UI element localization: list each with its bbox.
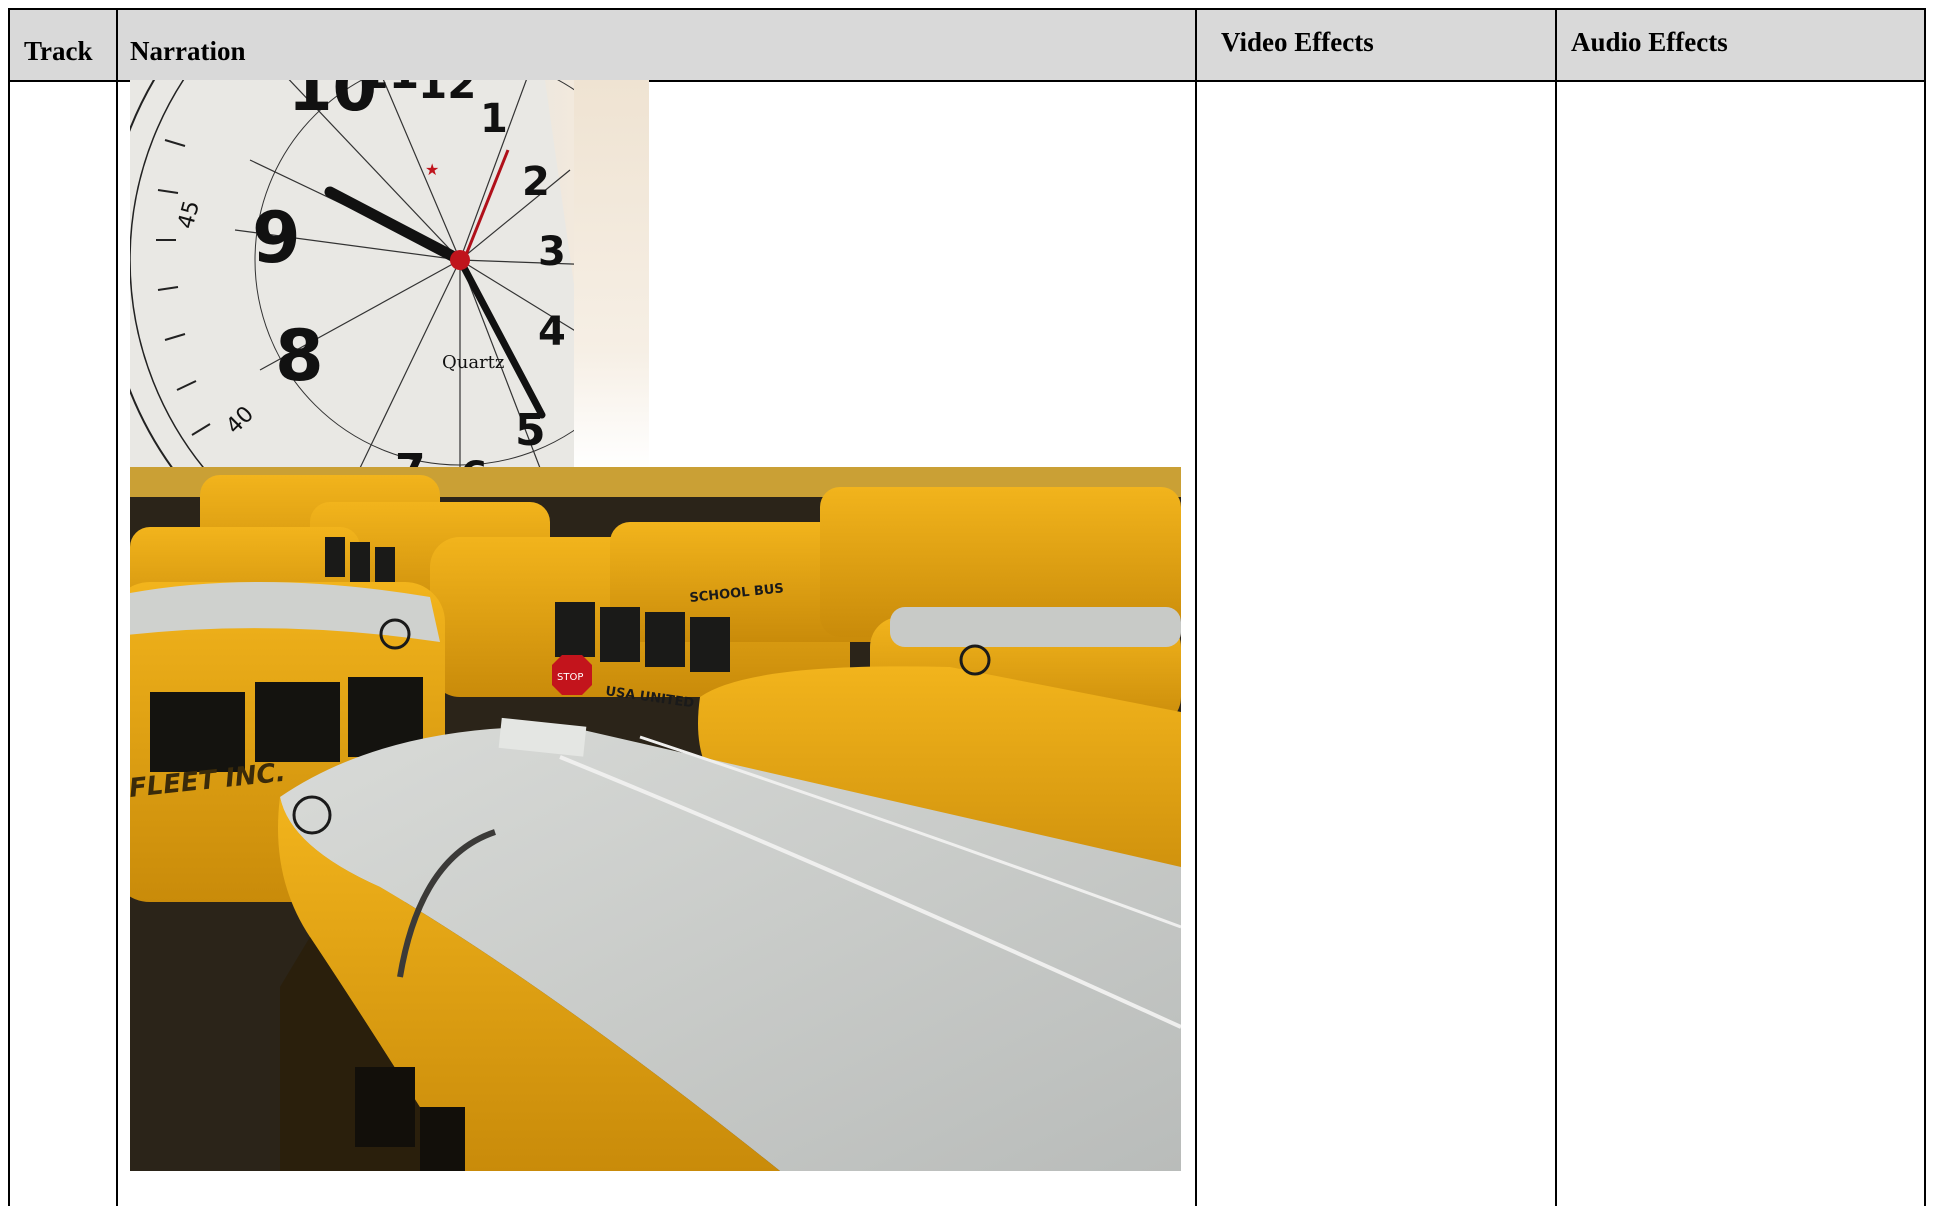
clock-brand: Quartz [442, 352, 504, 373]
school-buses-photo: STOP USA UNITED FLEET INC. SCHOOL BUS FL… [130, 467, 1181, 1171]
header-narration-label: Narration [130, 36, 246, 66]
header-video-effects: Video Effects [1197, 10, 1555, 80]
stop-sign-text: STOP [557, 672, 583, 683]
numeral-3: 3 [538, 229, 566, 275]
column-divider [1555, 10, 1557, 1206]
numeral-11: 11 [358, 80, 419, 99]
clock-photo: 10 11 12 1 2 3 4 5 6 7 8 9 45 40 Quartz … [130, 80, 649, 468]
header-video-effects-label: Video Effects [1221, 27, 1374, 57]
numeral-9: 9 [252, 197, 301, 279]
clock-face-illustration: 10 11 12 1 2 3 4 5 6 7 8 9 45 40 Quartz … [130, 80, 649, 468]
header-audio-effects: Audio Effects [1557, 10, 1927, 80]
header-audio-effects-label: Audio Effects [1571, 27, 1728, 57]
numeral-2: 2 [522, 159, 550, 205]
numeral-7: 7 [395, 445, 426, 468]
header-track-label: Track [24, 36, 93, 66]
numeral-1: 1 [480, 96, 508, 142]
header-track: Track [10, 10, 116, 80]
buses-illustration: STOP USA UNITED FLEET INC. SCHOOL BUS FL… [130, 467, 1181, 1171]
numeral-6: 6 [460, 454, 488, 468]
numeral-12: 12 [418, 80, 476, 108]
header-narration: Narration [118, 10, 1195, 80]
numeral-4: 4 [538, 309, 566, 355]
column-divider [1195, 10, 1197, 1206]
numeral-8: 8 [275, 315, 324, 397]
wall-background [574, 80, 649, 468]
svg-text:★: ★ [425, 160, 439, 179]
column-divider [116, 10, 118, 1206]
